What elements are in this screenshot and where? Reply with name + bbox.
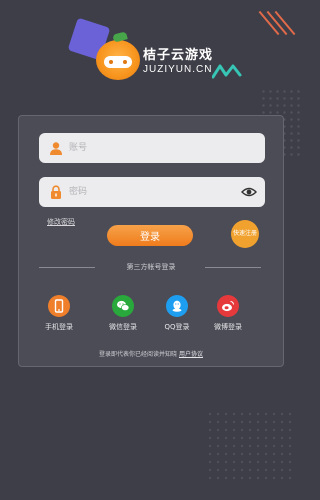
login-button[interactable]: 登录 — [107, 225, 193, 246]
user-agreement-link[interactable]: 用户协议 — [179, 351, 203, 358]
weibo-login-label: 微博登录 — [214, 323, 242, 331]
decorative-dots-bottom — [206, 410, 296, 482]
forgot-password-link[interactable]: 修改密码 — [47, 217, 75, 227]
qq-login-button[interactable]: QQ登录 — [156, 295, 198, 332]
orange-gamepad-icon — [96, 31, 140, 80]
quick-register-button[interactable]: 快速注册 — [231, 220, 259, 248]
phone-login-label: 手机登录 — [45, 323, 73, 331]
account-field[interactable] — [39, 133, 265, 163]
lock-icon — [51, 185, 61, 199]
login-screen: 桔子云游戏 JUZIYUN.CN 修改密码 登录 — [0, 0, 300, 500]
wechat-login-label: 微信登录 — [109, 323, 137, 331]
weibo-login-button[interactable]: 微博登录 — [207, 295, 249, 332]
quick-register-label: 快速注册 — [233, 230, 258, 237]
agreement-prefix: 登录即代表你已经阅读并知晓 — [99, 351, 178, 358]
wechat-login-button[interactable]: 微信登录 — [102, 295, 144, 332]
qq-login-label: QQ登录 — [164, 323, 190, 331]
logo-title: 桔子云游戏 — [143, 48, 214, 63]
password-field[interactable] — [39, 177, 265, 207]
agreement-text: 登录即代表你已经阅读并知晓 用户协议 — [19, 349, 283, 358]
logo-subtitle: JUZIYUN.CN — [143, 64, 213, 75]
app-logo: 桔子云游戏 JUZIYUN.CN — [96, 31, 216, 88]
wechat-icon — [117, 300, 130, 311]
login-card: 修改密码 登录 快速注册 第三方帐号登录 手机登录 — [18, 115, 284, 367]
password-input[interactable] — [69, 177, 229, 207]
phone-login-button[interactable]: 手机登录 — [38, 295, 80, 332]
decorative-zigzag — [212, 64, 242, 79]
weibo-icon — [222, 300, 235, 312]
user-icon — [50, 142, 62, 155]
account-input[interactable] — [69, 133, 229, 163]
decorative-stripes — [258, 4, 298, 44]
eye-icon[interactable] — [241, 186, 257, 198]
phone-icon — [54, 299, 64, 313]
divider-right — [205, 267, 261, 268]
qq-icon — [172, 300, 182, 312]
